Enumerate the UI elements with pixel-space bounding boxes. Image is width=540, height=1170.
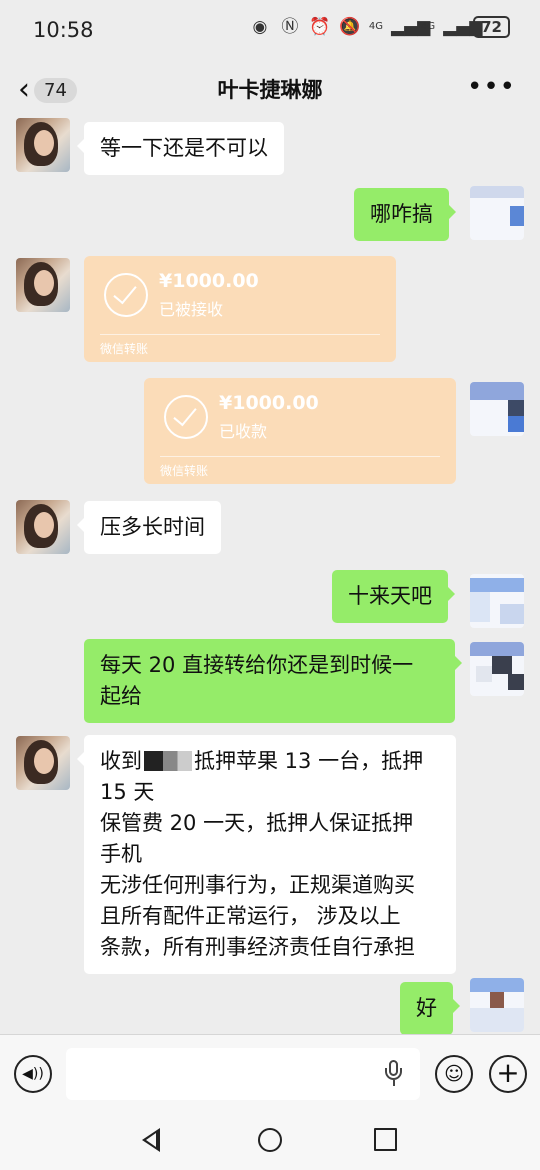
message-bubble-outgoing[interactable]: 每天 20 直接转给你还是到时候一 起给: [84, 639, 462, 723]
message-text-line: 起给: [100, 684, 142, 708]
nfc-icon: Ⓝ: [281, 17, 299, 37]
contact-avatar[interactable]: [16, 258, 70, 312]
nav-home-icon[interactable]: [258, 1128, 282, 1152]
transfer-card-incoming[interactable]: ¥1000.00 已被接收 微信转账: [84, 256, 396, 362]
message-text-line: 且所有配件正常运行， 涉及以上: [100, 904, 401, 928]
message-bubble-outgoing[interactable]: 十来天吧: [332, 570, 455, 623]
emoji-icon[interactable]: ☺: [435, 1055, 473, 1093]
mute-icon: 🔕: [339, 17, 361, 37]
message-text-line: 条款，所有刑事经济责任自行承担: [100, 935, 415, 959]
message-text-line: 手机: [100, 842, 142, 866]
transfer-amount: ¥1000.00: [219, 392, 319, 414]
input-bar: ◀)) ☺ +: [0, 1034, 540, 1117]
contact-avatar[interactable]: [16, 500, 70, 554]
system-nav-bar: [0, 1116, 540, 1170]
message-text: 哪咋搞: [370, 202, 433, 226]
microphone-icon[interactable]: [385, 1060, 403, 1088]
message-text-line: 保管费 20 一天，抵押人保证抵押: [100, 811, 414, 835]
message-bubble-outgoing[interactable]: 好: [400, 982, 460, 1034]
my-avatar[interactable]: [470, 642, 524, 696]
eye-icon: ◉: [252, 17, 268, 37]
message-list[interactable]: 等一下还是不可以 哪咋搞 ¥1000.00 已被接收 微信转账 ¥1000.00…: [0, 118, 540, 1034]
check-circle-icon: [104, 273, 148, 317]
message-bubble-incoming[interactable]: 等一下还是不可以: [77, 122, 284, 175]
message-text: 好: [416, 996, 437, 1020]
message-text: 抵押苹果 13 一台，抵押: [194, 749, 424, 773]
network-label-2: 4G: [421, 21, 436, 32]
message-input[interactable]: [66, 1048, 420, 1100]
signal-icon: ▂▄▆: [391, 17, 431, 37]
message-text-line: 每天 20 直接转给你还是到时候一: [100, 653, 414, 677]
divider: [160, 456, 440, 457]
check-circle-icon: [164, 395, 208, 439]
nav-recent-icon[interactable]: [374, 1128, 397, 1151]
transfer-status: 已收款: [219, 422, 268, 441]
contact-avatar[interactable]: [16, 118, 70, 172]
message-text-line: 15 天: [100, 780, 155, 804]
my-avatar[interactable]: [470, 978, 524, 1032]
status-icons: ◉ Ⓝ ⏰ 🔕 4G ▂▄▆ 4G ▂▄▆ 72: [249, 16, 510, 38]
signal-icon: ▂▄▆: [443, 17, 483, 37]
transfer-status: 已被接收: [159, 300, 224, 319]
voice-icon[interactable]: ◀)): [14, 1055, 52, 1093]
redaction-mark: [144, 751, 192, 771]
transfer-amount: ¥1000.00: [159, 270, 259, 292]
message-text: 压多长时间: [100, 515, 205, 539]
my-avatar[interactable]: [470, 186, 524, 240]
alarm-icon: ⏰: [309, 17, 331, 37]
message-bubble-outgoing[interactable]: 哪咋搞: [354, 188, 456, 241]
nav-back-icon[interactable]: [142, 1128, 160, 1152]
message-bubble-incoming[interactable]: 压多长时间: [77, 501, 221, 554]
battery-icon: 72: [473, 16, 510, 38]
status-bar: 10:58 ◉ Ⓝ ⏰ 🔕 4G ▂▄▆ 4G ▂▄▆ 72: [0, 0, 540, 60]
my-avatar[interactable]: [470, 574, 524, 628]
status-time: 10:58: [33, 18, 94, 42]
transfer-label: 微信转账: [160, 464, 209, 478]
message-text: 十来天吧: [348, 584, 432, 608]
chat-title: 叶卡捷琳娜: [217, 78, 323, 102]
contact-avatar[interactable]: [16, 736, 70, 790]
my-avatar[interactable]: [470, 382, 524, 436]
divider: [100, 334, 380, 335]
plus-icon[interactable]: +: [489, 1055, 527, 1093]
chat-header: ‹ 74 叶卡捷琳娜 •••: [0, 60, 540, 118]
transfer-label: 微信转账: [100, 342, 149, 356]
message-text: 等一下还是不可以: [100, 136, 268, 160]
message-text: 收到: [100, 749, 142, 773]
message-text-line: 收到 抵押苹果 13 一台，抵押: [100, 746, 440, 777]
transfer-card-outgoing[interactable]: ¥1000.00 已收款 微信转账: [144, 378, 456, 484]
message-bubble-incoming[interactable]: 收到 抵押苹果 13 一台，抵押 15 天 保管费 20 一天，抵押人保证抵押 手…: [77, 735, 456, 974]
message-text-line: 无涉任何刑事行为，正规渠道购买: [100, 873, 415, 897]
more-icon[interactable]: •••: [467, 72, 516, 102]
network-label-1: 4G: [368, 21, 383, 32]
